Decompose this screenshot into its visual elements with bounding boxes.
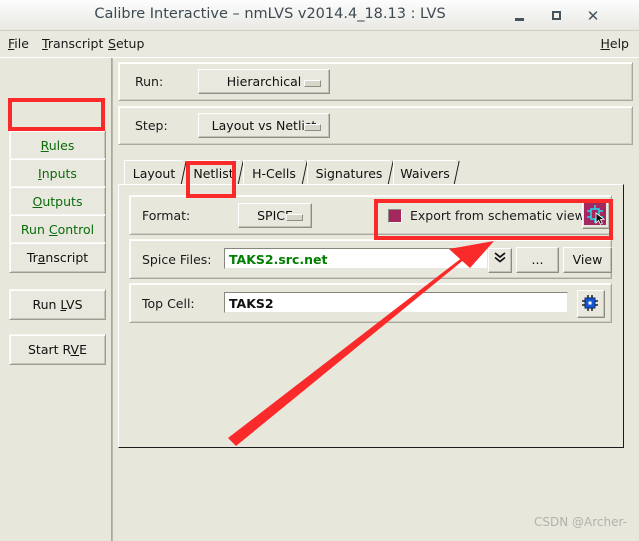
sidebar-divider bbox=[111, 58, 112, 541]
spice-files-browse-button[interactable]: ... bbox=[516, 247, 559, 273]
chip-cell-icon bbox=[582, 295, 598, 311]
sidebar-item-start-rve[interactable]: Start RVE bbox=[9, 334, 106, 365]
export-from-schematic-viewer-label: Export from schematic viewer bbox=[410, 208, 598, 223]
sidebar-item-run-lvs[interactable]: Run LVS bbox=[9, 289, 106, 320]
tab-netlist[interactable]: Netlist bbox=[186, 160, 240, 186]
sidebar-item-inputs-label: nputs bbox=[41, 166, 77, 181]
top-cell-row: Top Cell: TAKS2 bbox=[129, 283, 612, 323]
maximize-button[interactable] bbox=[545, 7, 567, 25]
menu-item-file[interactable]: File bbox=[8, 36, 29, 51]
step-dropdown[interactable]: Layout vs Netlist bbox=[198, 113, 330, 138]
format-row: Format: SPICE Export from schematic view… bbox=[129, 195, 612, 235]
watermark: CSDN @Archer- bbox=[534, 515, 627, 529]
spice-files-history-dropdown[interactable] bbox=[488, 248, 512, 273]
menu-item-help-label: elp bbox=[609, 36, 629, 51]
sidebar-item-inputs[interactable]: Inputs bbox=[9, 158, 106, 189]
menu-item-transcript[interactable]: Transcript bbox=[42, 36, 103, 51]
step-dropdown-value: Layout vs Netlist bbox=[211, 118, 317, 133]
menu-item-transcript-label: ranscript bbox=[47, 36, 104, 51]
close-icon: ✕ bbox=[586, 7, 600, 25]
sidebar-item-transcript-label: nscript bbox=[45, 250, 89, 265]
top-cell-label: Top Cell: bbox=[142, 296, 195, 311]
maximize-icon bbox=[551, 11, 561, 20]
chevron-down-icon bbox=[286, 214, 303, 221]
schematic-export-icon-button[interactable] bbox=[582, 201, 610, 229]
schematic-export-icon bbox=[584, 203, 606, 225]
tab-layout[interactable]: Layout bbox=[124, 160, 183, 186]
main-panel: Run: Hierarchical Step: Layout vs Netlis… bbox=[118, 62, 634, 532]
run-dropdown[interactable]: Hierarchical bbox=[198, 69, 330, 94]
sidebar-item-rules-label: ules bbox=[48, 138, 75, 153]
tab-h-cells[interactable]: H-Cells bbox=[243, 160, 304, 186]
top-cell-input[interactable]: TAKS2 bbox=[224, 292, 568, 313]
format-label: Format: bbox=[142, 208, 191, 223]
chevron-down-icon bbox=[304, 124, 321, 131]
sidebar-item-run-control-label: ontrol bbox=[57, 222, 95, 237]
menu-item-setup-label: etup bbox=[115, 36, 145, 51]
run-label: Run: bbox=[135, 74, 164, 89]
tab-waivers[interactable]: Waivers bbox=[393, 160, 456, 186]
chevron-double-down-icon bbox=[494, 252, 506, 263]
export-from-schematic-viewer-checkbox[interactable] bbox=[388, 209, 402, 223]
sidebar-item-transcript[interactable]: Transcript bbox=[9, 242, 106, 273]
minimize-icon bbox=[514, 17, 524, 21]
run-dropdown-value: Hierarchical bbox=[226, 74, 302, 89]
menu-bar: File Transcript Setup Help bbox=[0, 31, 639, 58]
spice-files-row: Spice Files: TAKS2.src.net ... View bbox=[129, 239, 612, 279]
menu-item-help[interactable]: Help bbox=[600, 36, 629, 51]
chip-cell-icon-button[interactable] bbox=[577, 290, 605, 318]
spice-files-input[interactable]: TAKS2.src.net bbox=[224, 248, 488, 269]
tab-bar: Layout Netlist H-Cells Signatures Waiver… bbox=[118, 160, 631, 186]
menu-item-file-label: ile bbox=[14, 36, 29, 51]
window-title: Calibre Interactive – nmLVS v2014.4_18.1… bbox=[94, 6, 446, 22]
netlist-tab-panel: Format: SPICE Export from schematic view… bbox=[118, 184, 624, 448]
spice-files-label: Spice Files: bbox=[142, 252, 212, 267]
step-label: Step: bbox=[135, 118, 168, 133]
title-bar: Calibre Interactive – nmLVS v2014.4_18.1… bbox=[0, 0, 639, 31]
sidebar-item-run-lvs-label: VS bbox=[66, 297, 83, 312]
run-row: Run: bbox=[118, 62, 633, 101]
sidebar: Rules Inputs Outputs Run Control Transcr… bbox=[0, 58, 113, 541]
format-dropdown[interactable]: SPICE bbox=[238, 203, 312, 228]
spice-files-view-button[interactable]: View bbox=[563, 247, 612, 273]
sidebar-item-outputs[interactable]: Outputs bbox=[9, 186, 106, 217]
step-row: Step: bbox=[118, 106, 633, 145]
tab-signatures[interactable]: Signatures bbox=[307, 160, 390, 186]
minimize-button[interactable] bbox=[508, 7, 530, 25]
calibre-interactive-window: Calibre Interactive – nmLVS v2014.4_18.1… bbox=[0, 0, 639, 541]
close-button[interactable]: ✕ bbox=[582, 7, 604, 25]
sidebar-item-outputs-label: utputs bbox=[42, 194, 83, 209]
sidebar-item-run-control[interactable]: Run Control bbox=[9, 214, 106, 245]
sidebar-item-start-rve-label: E bbox=[79, 342, 87, 357]
sidebar-item-rules[interactable]: Rules bbox=[9, 130, 106, 161]
menu-item-setup[interactable]: Setup bbox=[108, 36, 144, 51]
chevron-down-icon bbox=[304, 80, 321, 87]
